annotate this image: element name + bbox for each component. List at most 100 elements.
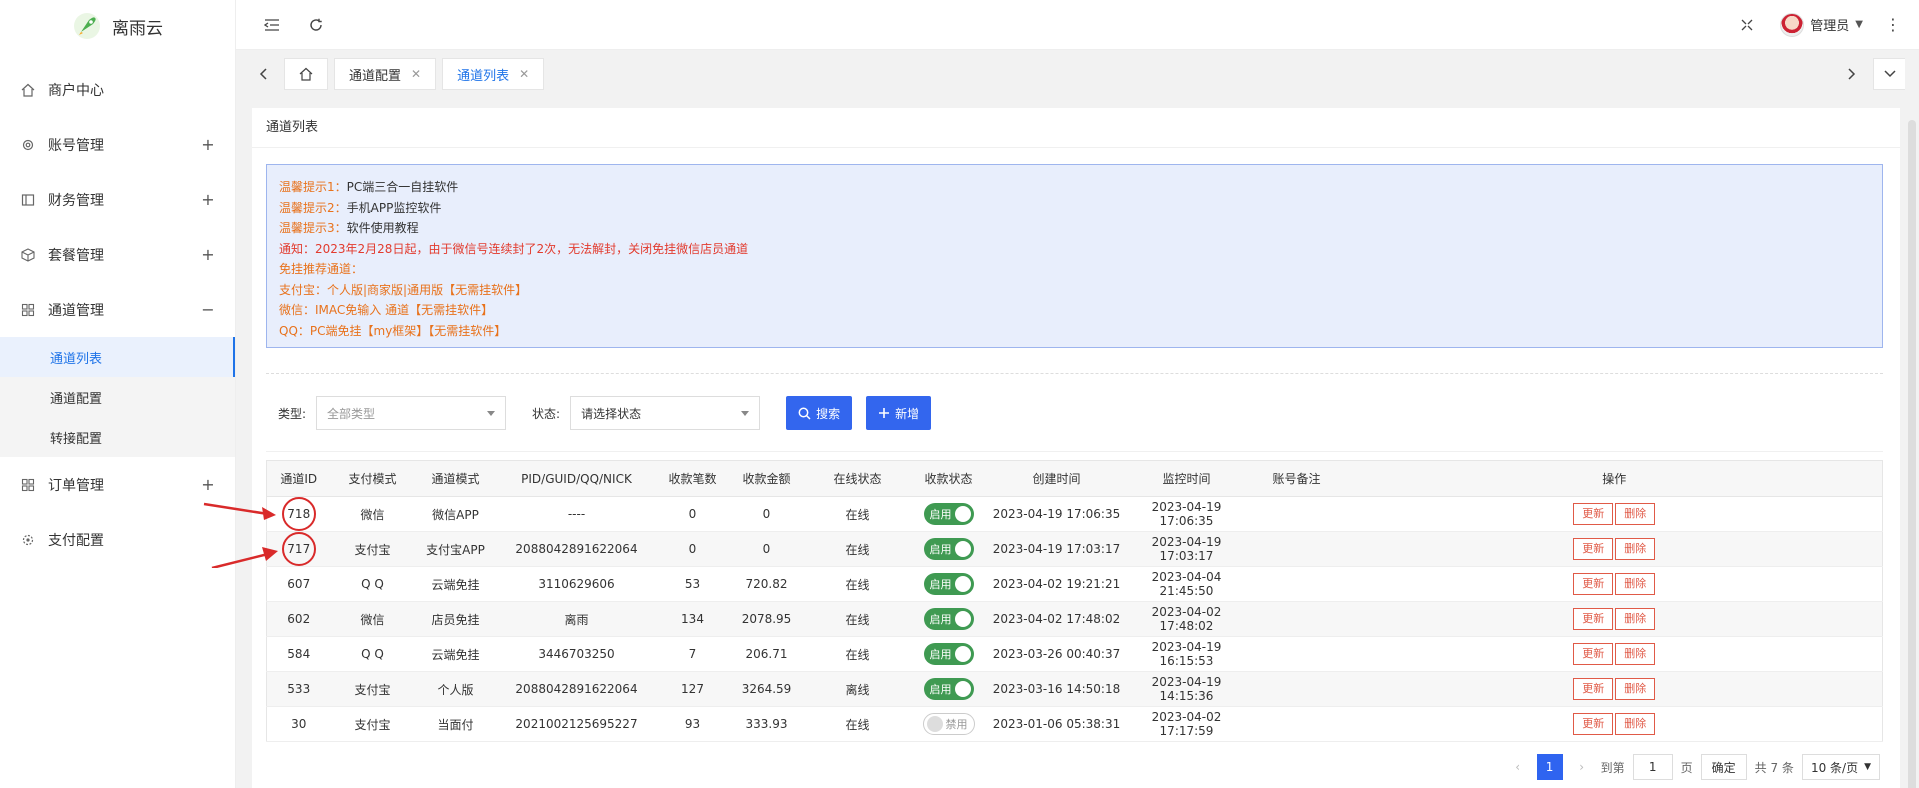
cell-channel-mode: 当面付 (414, 706, 497, 742)
cell-channel-mode: 云端免挂 (414, 636, 497, 672)
goto-page-input[interactable] (1632, 754, 1673, 780)
sidebar-item-merchant-center[interactable]: 商户中心 (0, 62, 235, 117)
sidebar-item-finance[interactable]: 财务管理 + (0, 172, 235, 227)
sidebar-item-channel[interactable]: 通道管理 − (0, 282, 235, 337)
cell-pay-mode: 支付宝 (330, 706, 415, 742)
cell-online: 离线 (804, 671, 911, 707)
next-page-icon[interactable]: › (1571, 760, 1593, 774)
add-button[interactable]: 新增 (866, 396, 932, 430)
tabs-dropdown-button[interactable] (1873, 58, 1907, 90)
tab-label: 通道列表 (457, 68, 510, 84)
scrollbar[interactable] (1905, 50, 1919, 788)
sidebar-item-account[interactable]: 账号管理 + (0, 117, 235, 172)
tab-channel-config[interactable]: 通道配置 ✕ (334, 58, 437, 90)
update-button[interactable]: 更新 (1573, 503, 1614, 525)
goto-confirm-button[interactable]: 确定 (1700, 754, 1747, 780)
delete-button[interactable]: 删除 (1615, 573, 1656, 595)
type-select[interactable]: 全部类型 (316, 396, 507, 430)
cell-actions: 更新 删除 (1346, 671, 1883, 707)
recv-toggle[interactable]: 启用 (923, 538, 974, 560)
toggle-label: 禁用 (945, 718, 968, 731)
sidebar-item-label: 商户中心 (48, 82, 104, 99)
update-button[interactable]: 更新 (1573, 678, 1614, 700)
menu-fold-button[interactable] (250, 0, 294, 50)
col-header: 在线状态 (804, 460, 911, 497)
fullscreen-button[interactable] (1732, 0, 1762, 50)
menu-fold-icon (264, 18, 279, 31)
tab-home[interactable] (284, 58, 328, 90)
sidebar-subitem-channel-config[interactable]: 通道配置 (0, 377, 235, 417)
delete-button[interactable]: 删除 (1615, 713, 1656, 735)
plus-icon (879, 408, 890, 418)
status-select[interactable]: 请选择状态 (570, 396, 761, 430)
annotation-arrows (203, 502, 278, 568)
scrollbar-thumb[interactable] (1908, 120, 1916, 788)
tabs-scroll-left-button[interactable] (248, 58, 278, 90)
tabs-scroll-right-button[interactable] (1837, 58, 1867, 90)
sidebar-submenu-channel: 通道列表 通道配置 转接配置 (0, 337, 235, 457)
logo[interactable]: 离雨云 (0, 0, 235, 52)
col-header: 收款笔数 (656, 460, 729, 497)
notice-link[interactable]: PC端三合一自挂软件 (347, 180, 459, 194)
recv-toggle[interactable]: 启用 (923, 678, 974, 700)
tab-channel-list[interactable]: 通道列表 ✕ (442, 58, 545, 90)
sidebar-item-payment-config[interactable]: 支付配置 (0, 512, 235, 567)
cell-online: 在线 (804, 601, 911, 637)
recv-toggle[interactable]: 启用 (923, 503, 974, 525)
arrow-to-717 (211, 547, 278, 568)
prev-page-icon[interactable]: ‹ (1507, 760, 1529, 774)
notice-qq: QQ：PC端免挂【my框架】【无需挂软件】 (279, 323, 507, 338)
cell-count: 93 (656, 706, 729, 742)
sidebar-subitem-channel-list[interactable]: 通道列表 (0, 337, 235, 377)
recv-toggle[interactable]: 启用 (923, 643, 974, 665)
tab-label: 通道配置 (349, 68, 402, 84)
table-row: 718 微信 微信APP ---- 0 0 在线 启用 2023-04-19 1… (266, 496, 1883, 532)
search-button[interactable]: 搜索 (786, 396, 853, 430)
close-icon[interactable]: ✕ (519, 67, 529, 81)
main-card: 通道列表 温馨提示1：PC端三合一自挂软件 温馨提示2：手机APP监控软件 温馨… (252, 108, 1900, 788)
cell-online: 在线 (804, 636, 911, 672)
toggle-label: 启用 (929, 543, 952, 556)
refresh-button[interactable] (294, 0, 338, 50)
delete-button[interactable]: 删除 (1615, 608, 1656, 630)
recv-toggle[interactable]: 启用 (923, 573, 974, 595)
update-button[interactable]: 更新 (1573, 573, 1614, 595)
cell-recv: 启用 (910, 636, 987, 672)
chevron-down-icon (1884, 70, 1896, 78)
delete-button[interactable]: 删除 (1615, 678, 1656, 700)
sidebar-subitem-transfer-config[interactable]: 转接配置 (0, 417, 235, 457)
close-icon[interactable]: ✕ (411, 67, 421, 81)
chevron-left-icon (259, 68, 267, 80)
recv-toggle[interactable]: 禁用 (922, 713, 975, 735)
delete-button[interactable]: 删除 (1615, 503, 1656, 525)
update-button[interactable]: 更新 (1573, 713, 1614, 735)
top-header: 管理员 ▼ ⋮ (236, 0, 1919, 50)
sidebar-item-package[interactable]: 套餐管理 + (0, 227, 235, 282)
cell-recv: 启用 (910, 601, 987, 637)
update-button[interactable]: 更新 (1573, 643, 1614, 665)
update-button[interactable]: 更新 (1573, 608, 1614, 630)
cell-created: 2023-03-26 00:40:37 (986, 636, 1127, 672)
recv-toggle[interactable]: 启用 (923, 608, 974, 630)
filter-bar: 类型: 全部类型 状态: 请选择状态 搜索 新增 (278, 395, 945, 431)
caret-down-icon: ▼ (1855, 19, 1863, 30)
sidebar-item-label: 订单管理 (48, 477, 104, 494)
notice-link[interactable]: 软件使用教程 (347, 221, 419, 235)
sidebar-item-orders[interactable]: 订单管理 + (0, 457, 235, 512)
update-button[interactable]: 更新 (1573, 538, 1614, 560)
page-size-value: 10 条/页 (1810, 760, 1859, 775)
delete-button[interactable]: 删除 (1615, 538, 1656, 560)
table-row: 533 支付宝 个人版 2088042891622064 127 3264.59… (266, 671, 1883, 707)
user-menu[interactable]: 管理员 ▼ (1780, 12, 1863, 37)
cell-id: 602 (266, 601, 331, 637)
cell-actions: 更新 删除 (1346, 531, 1883, 567)
cell-monitor: 2023-04-02 17:48:02 (1126, 601, 1247, 637)
page-number[interactable]: 1 (1536, 754, 1563, 780)
notice-link[interactable]: 手机APP监控软件 (347, 201, 442, 215)
more-vertical-icon[interactable]: ⋮ (1881, 15, 1905, 34)
expand-icon: + (201, 135, 215, 154)
cell-amount: 333.93 (728, 706, 805, 742)
cell-note (1246, 496, 1347, 532)
page-size-select[interactable]: 10 条/页 ▼ (1801, 754, 1880, 780)
delete-button[interactable]: 删除 (1615, 643, 1656, 665)
